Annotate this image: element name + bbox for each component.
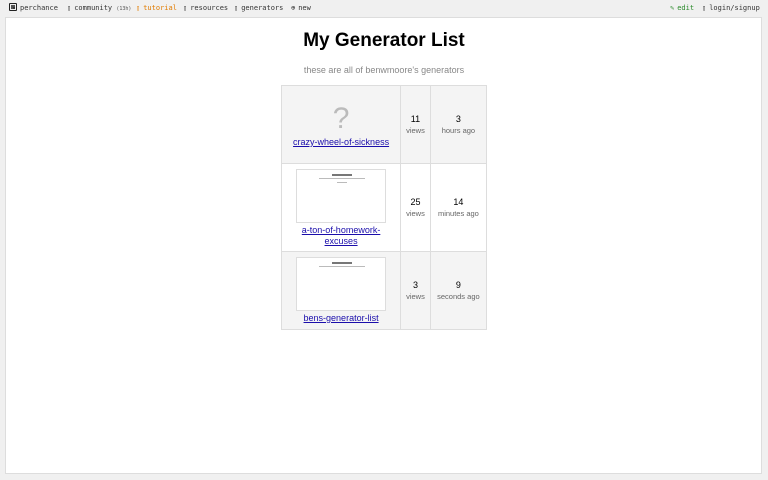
age-cell: 14 minutes ago xyxy=(429,163,488,252)
generator-cell: bens-generator-list xyxy=(280,251,402,330)
age-value: 14 xyxy=(453,197,464,207)
dice-icon xyxy=(9,3,17,11)
age-cell: 3 hours ago xyxy=(429,85,488,164)
generator-link[interactable]: crazy-wheel-of-sickness xyxy=(282,137,400,148)
community-label: community xyxy=(74,4,113,12)
generator-cell: a-ton-of-homework-excuses xyxy=(280,163,402,252)
age-value: 3 xyxy=(455,114,461,124)
tutorial-label: tutorial xyxy=(143,4,177,12)
nav-home-link[interactable]: perchance xyxy=(9,3,58,13)
views-label: views xyxy=(406,209,425,218)
age-label: minutes ago xyxy=(437,209,479,218)
new-label: new xyxy=(298,4,311,12)
table-row: ? crazy-wheel-of-sickness 11 views 3 hou… xyxy=(280,85,488,164)
pencil-icon: ✎ xyxy=(670,4,675,12)
views-label: views xyxy=(406,292,425,301)
page-title: My Generator List xyxy=(303,30,465,51)
question-mark-icon[interactable]: ? xyxy=(282,103,400,135)
list-icon: ▯ xyxy=(183,4,188,12)
views-count: 11 xyxy=(410,114,421,124)
views-cell: 11 views xyxy=(400,85,431,164)
top-nav-bar: perchance ▯ community (13h) ▯ tutorial ▯ re… xyxy=(0,0,768,16)
views-count: 3 xyxy=(412,280,418,290)
login-label: login/signup xyxy=(709,4,760,12)
book-icon: ▯ xyxy=(136,4,141,12)
edit-label: edit xyxy=(677,4,695,12)
generator-link[interactable]: bens-generator-list xyxy=(282,313,400,324)
nav-edit-link[interactable]: ✎ edit xyxy=(670,4,694,13)
logo-label: perchance xyxy=(20,4,58,12)
nav-generators-link[interactable]: ▯ generators xyxy=(234,4,283,13)
age-label: seconds ago xyxy=(437,292,480,301)
views-cell: 25 views xyxy=(400,163,431,252)
nav-tutorial-link[interactable]: ▯ tutorial xyxy=(136,4,177,13)
resources-label: resources xyxy=(190,4,229,12)
nav-resources-link[interactable]: ▯ resources xyxy=(183,4,228,13)
nav-login-link[interactable]: ▯ login/signup xyxy=(702,4,760,13)
list-icon: ▯ xyxy=(234,4,239,12)
generator-thumbnail[interactable] xyxy=(296,257,387,311)
generator-table: ? crazy-wheel-of-sickness 11 views 3 hou… xyxy=(280,85,488,330)
age-label: hours ago xyxy=(441,126,476,135)
page-subtitle: these are all of benwmoore's generators xyxy=(303,65,465,75)
table-row: bens-generator-list 3 views 9 seconds ag… xyxy=(280,251,488,330)
age-value: 9 xyxy=(455,280,461,290)
chat-icon: ▯ xyxy=(67,4,72,12)
views-count: 25 xyxy=(410,197,421,207)
generators-label: generators xyxy=(241,4,284,12)
age-cell: 9 seconds ago xyxy=(429,251,488,330)
generator-thumbnail[interactable] xyxy=(296,168,387,223)
user-icon: ▯ xyxy=(702,4,707,12)
generator-link[interactable]: a-ton-of-homework-excuses xyxy=(296,225,386,247)
views-cell: 3 views xyxy=(400,251,431,330)
views-label: views xyxy=(406,126,425,135)
nav-community-link[interactable]: ▯ community (13h) xyxy=(67,4,131,14)
generator-cell: ? crazy-wheel-of-sickness xyxy=(280,85,402,164)
nav-new-link[interactable]: ⊕ new xyxy=(291,4,311,13)
table-row: a-ton-of-homework-excuses 25 views 14 mi… xyxy=(280,163,488,252)
community-count: (13h) xyxy=(116,6,132,12)
plus-circle-icon: ⊕ xyxy=(291,4,296,12)
